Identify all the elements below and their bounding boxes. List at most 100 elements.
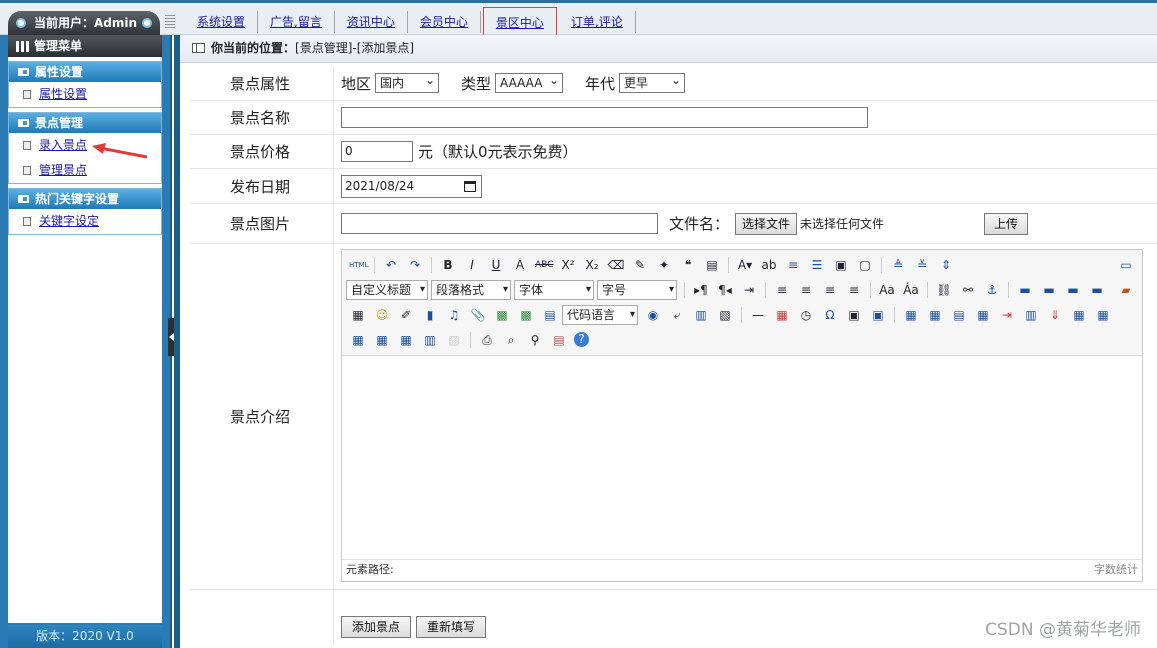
- emotion-icon[interactable]: ☺: [373, 307, 391, 323]
- font-family-dropdown[interactable]: 字体: [514, 279, 594, 300]
- merge-right-icon[interactable]: ▦: [1094, 307, 1112, 323]
- time-icon[interactable]: ◷: [797, 307, 815, 323]
- split-cells-icon[interactable]: ▦: [373, 332, 391, 348]
- preview-icon[interactable]: ▭: [1117, 257, 1135, 273]
- redo-icon[interactable]: ↷: [406, 257, 424, 273]
- calendar-icon[interactable]: [464, 180, 476, 192]
- tab-members[interactable]: 会员中心: [408, 11, 481, 33]
- template-icon[interactable]: ▥: [692, 307, 710, 323]
- insert-frame-icon[interactable]: ▤: [541, 307, 559, 323]
- date-input[interactable]: 2021/08/24: [341, 174, 482, 198]
- lowercase-icon[interactable]: Áa: [902, 282, 920, 298]
- tab-ads-messages[interactable]: 广告,留言: [258, 11, 335, 33]
- insert-col-icon[interactable]: ▥: [1022, 307, 1040, 323]
- clear-doc-icon[interactable]: ▢: [856, 257, 874, 273]
- font-color-icon[interactable]: A▾: [736, 257, 754, 273]
- insert-table-icon[interactable]: ▦: [902, 307, 920, 323]
- tab-orders-comments[interactable]: 订单,评论: [559, 11, 636, 33]
- sidebar-item-label[interactable]: 录入景点: [39, 138, 87, 152]
- image-none-icon[interactable]: ▬: [1016, 282, 1034, 298]
- line-height-icon[interactable]: ⇕: [937, 257, 955, 273]
- split-cols-icon[interactable]: ▥: [421, 332, 439, 348]
- indent-icon[interactable]: ⇥: [740, 282, 758, 298]
- background-icon[interactable]: ▰: [1117, 282, 1135, 298]
- simple-upload-icon[interactable]: ▦: [349, 307, 367, 323]
- image-left-icon[interactable]: ▬: [1040, 282, 1058, 298]
- ltr-icon[interactable]: ▸¶: [692, 282, 710, 298]
- tab-scenic[interactable]: 景区中心: [482, 7, 557, 37]
- link-icon[interactable]: ⛓: [935, 282, 953, 298]
- search-icon[interactable]: ⌕: [502, 332, 520, 348]
- sidebar-item-label[interactable]: 管理景点: [39, 163, 87, 177]
- paragraph-format-dropdown[interactable]: 段落格式: [431, 279, 511, 300]
- font-border-icon[interactable]: Ａ: [511, 257, 529, 273]
- sidebar-item-label[interactable]: 属性设置: [39, 87, 87, 101]
- tab-news[interactable]: 资讯中心: [335, 11, 408, 33]
- highlight-icon[interactable]: ab: [760, 257, 778, 273]
- strikethrough-icon[interactable]: ABC: [535, 257, 553, 273]
- help-icon[interactable]: ?: [574, 332, 589, 347]
- align-justify-icon[interactable]: ≡: [845, 282, 863, 298]
- type-select[interactable]: AAAAA: [495, 71, 564, 93]
- music-icon[interactable]: ♫: [445, 307, 463, 323]
- print-icon[interactable]: ⎙: [478, 332, 496, 348]
- align-left-icon[interactable]: ≡: [773, 282, 791, 298]
- sidebar-item-attribute-settings[interactable]: 属性设置: [9, 82, 161, 107]
- format-brush-icon[interactable]: ✎: [631, 257, 649, 273]
- row-spacing-top-icon[interactable]: ≜: [889, 257, 907, 273]
- group-header[interactable]: 景点管理: [9, 113, 161, 133]
- blockquote-icon[interactable]: ❝: [679, 257, 697, 273]
- video-icon[interactable]: ▮: [421, 307, 439, 323]
- sidebar-item-label[interactable]: 关键字设定: [39, 214, 99, 228]
- era-select[interactable]: 更早: [619, 71, 686, 93]
- delete-col-icon[interactable]: ⇓: [1046, 307, 1064, 323]
- merge-cells-icon[interactable]: ▦: [1070, 307, 1088, 323]
- auto-format-icon[interactable]: ✦: [655, 257, 673, 273]
- image-center-icon[interactable]: ▬: [1088, 282, 1106, 298]
- image-path-input[interactable]: [341, 213, 658, 234]
- scenic-name-input[interactable]: [341, 107, 868, 128]
- editor-content-area[interactable]: [342, 356, 1142, 559]
- superscript-icon[interactable]: X²: [559, 257, 577, 273]
- special-chars-icon[interactable]: Ω: [821, 307, 839, 323]
- align-center-icon[interactable]: ≡: [797, 282, 815, 298]
- paste-plain-icon[interactable]: ▤: [703, 257, 721, 273]
- horizontal-rule-icon[interactable]: —: [749, 307, 767, 323]
- tab-system-settings[interactable]: 系统设置: [185, 11, 259, 33]
- upload-button[interactable]: 上传: [984, 212, 1029, 235]
- underline-icon[interactable]: U: [487, 257, 505, 273]
- align-right-icon[interactable]: ≡: [821, 282, 839, 298]
- custom-heading-dropdown[interactable]: 自定义标题: [346, 279, 428, 300]
- reset-button[interactable]: 重新填写: [416, 616, 487, 638]
- snapshot-icon[interactable]: ▣: [845, 307, 863, 323]
- map-icon[interactable]: ▩: [493, 307, 511, 323]
- region-select[interactable]: 国内: [375, 71, 440, 93]
- merge-down-icon[interactable]: ▦: [349, 332, 367, 348]
- split-rows-icon[interactable]: ▦: [397, 332, 415, 348]
- unordered-list-icon[interactable]: ☰: [808, 257, 826, 273]
- sidebar-item-keywords[interactable]: 关键字设定: [9, 209, 161, 234]
- subscript-icon[interactable]: X₂: [583, 257, 601, 273]
- chart-icon[interactable]: ▨: [445, 332, 463, 348]
- row-spacing-bottom-icon[interactable]: ≚: [913, 257, 931, 273]
- uppercase-icon[interactable]: Aa: [878, 282, 896, 298]
- anchor-icon[interactable]: ⚓: [983, 282, 1001, 298]
- word-image-icon[interactable]: ▣: [869, 307, 887, 323]
- italic-icon[interactable]: I: [463, 257, 481, 273]
- gmap-icon[interactable]: ▩: [517, 307, 535, 323]
- sidebar-item-manage-scenic[interactable]: 管理景点: [9, 158, 161, 183]
- choose-file-button[interactable]: 选择文件: [735, 212, 798, 235]
- delete-row-icon[interactable]: ⇥: [998, 307, 1016, 323]
- price-input[interactable]: 0: [341, 141, 413, 162]
- web-image-icon[interactable]: ◉: [644, 307, 662, 323]
- rtl-icon[interactable]: ¶◂: [716, 282, 734, 298]
- bold-icon[interactable]: B: [439, 257, 457, 273]
- group-header[interactable]: 热门关键字设置: [9, 189, 161, 209]
- undo-icon[interactable]: ↶: [382, 257, 400, 273]
- unlink-icon[interactable]: ⚯: [959, 282, 977, 298]
- font-size-dropdown[interactable]: 字号: [597, 279, 677, 300]
- group-header[interactable]: 属性设置: [9, 62, 161, 82]
- select-all-icon[interactable]: ▣: [832, 257, 850, 273]
- background-image-icon[interactable]: ▧: [716, 307, 734, 323]
- draft-icon[interactable]: ▤: [550, 332, 568, 348]
